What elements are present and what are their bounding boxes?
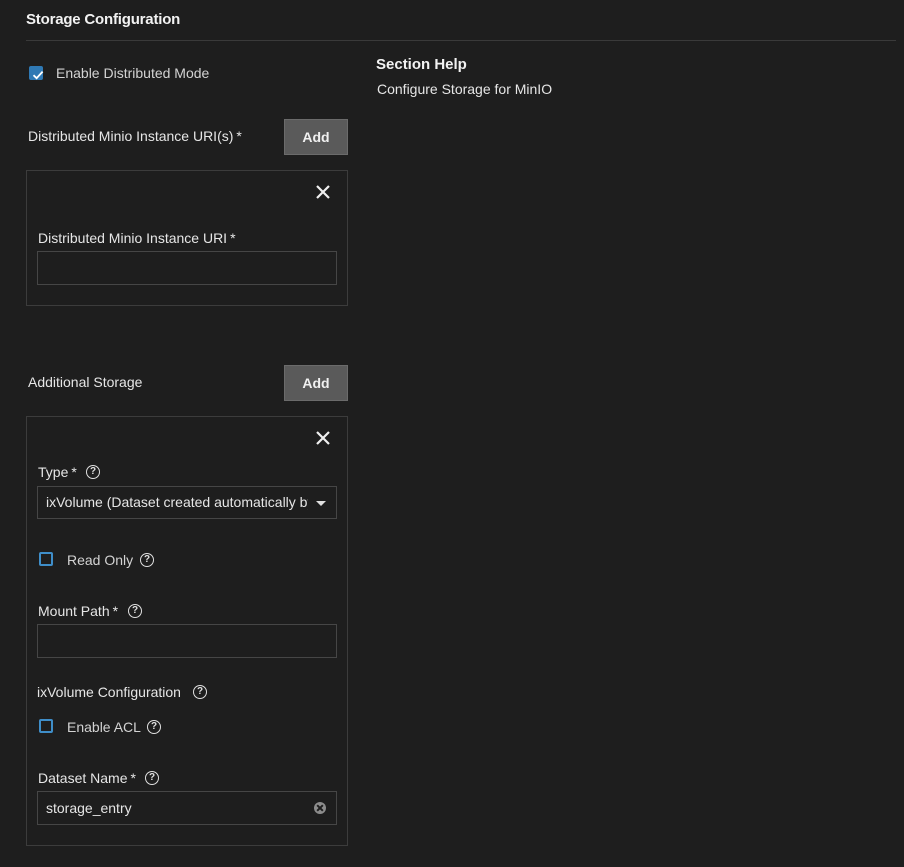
required-marker: * — [236, 128, 242, 144]
type-help-icon[interactable]: ? — [86, 465, 100, 479]
storage-configuration-page: Storage Configuration Enable Distributed… — [0, 0, 904, 867]
distributed-uri-card: Distributed Minio Instance URI * — [26, 170, 348, 306]
clear-icon[interactable] — [314, 802, 326, 814]
section-title: Storage Configuration — [26, 11, 181, 28]
required-marker: * — [71, 464, 77, 480]
required-marker: * — [230, 230, 236, 246]
type-label: Type * — [38, 464, 77, 480]
type-select[interactable]: ixVolume (Dataset created automatically … — [37, 486, 337, 519]
mount-path-help-icon[interactable]: ? — [128, 604, 142, 618]
additional-storage-label: Additional Storage — [28, 374, 143, 390]
dataset-name-help-icon[interactable]: ? — [145, 771, 159, 785]
additional-storage-card: Type * ? ixVolume (Dataset created automa… — [26, 416, 348, 846]
dataset-name-input[interactable] — [37, 791, 337, 825]
add-distributed-uri-button[interactable]: Add — [284, 119, 348, 155]
ixvolume-configuration-label: ixVolume Configuration — [37, 684, 181, 700]
read-only-label: Read Only — [67, 552, 134, 568]
dataset-name-label: Dataset Name * — [38, 770, 136, 786]
distributed-uri-input[interactable] — [37, 251, 337, 285]
mount-path-input[interactable] — [37, 624, 337, 658]
caret-down-icon — [316, 501, 326, 506]
distributed-uris-label: Distributed Minio Instance URI(s) * — [28, 128, 242, 144]
read-only-help-icon[interactable]: ? — [140, 553, 154, 567]
type-select-value: ixVolume (Dataset created automatically … — [46, 494, 308, 510]
mount-path-label: Mount Path * — [38, 603, 119, 619]
close-icon[interactable] — [315, 184, 331, 200]
enable-acl-help-icon[interactable]: ? — [147, 720, 161, 734]
add-additional-storage-button[interactable]: Add — [284, 365, 348, 401]
close-icon[interactable] — [315, 430, 331, 446]
section-divider — [26, 40, 896, 41]
check-icon — [32, 70, 44, 80]
uri-field-label: Distributed Minio Instance URI * — [38, 230, 236, 246]
enable-distributed-mode-label: Enable Distributed Mode — [56, 65, 210, 81]
section-help-title: Section Help — [376, 56, 467, 73]
enable-acl-checkbox[interactable] — [39, 719, 53, 733]
required-marker: * — [130, 770, 136, 786]
required-marker: * — [112, 603, 119, 619]
read-only-checkbox[interactable] — [39, 552, 53, 566]
section-help-text: Configure Storage for MinIO — [377, 81, 553, 97]
enable-distributed-mode-checkbox[interactable] — [29, 66, 44, 80]
ixvolume-configuration-help-icon[interactable]: ? — [193, 685, 207, 699]
enable-acl-label: Enable ACL — [67, 719, 141, 735]
